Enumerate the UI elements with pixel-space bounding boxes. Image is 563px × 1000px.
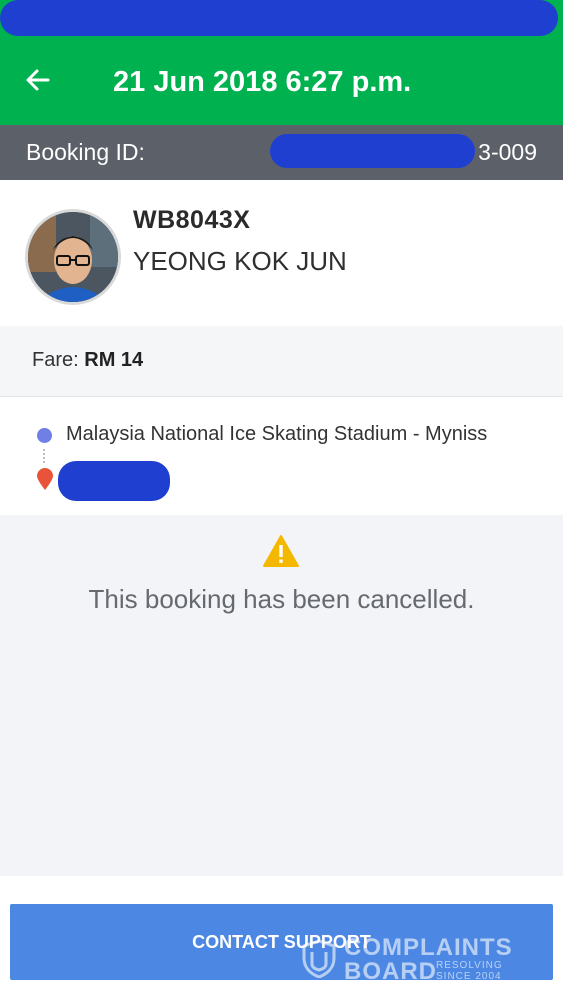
complaints-board-watermark: COMPLAINTS BOARD RESOLVING SINCE 2004 xyxy=(302,934,532,986)
route-section: Malaysia National Ice Skating Stadium - … xyxy=(0,397,563,515)
redaction-scribble xyxy=(58,461,170,501)
fare-row: Fare: RM 14 xyxy=(0,326,563,397)
driver-avatar xyxy=(25,209,121,305)
redaction-scribble xyxy=(0,0,558,36)
header-title: 21 Jun 2018 6:27 p.m. xyxy=(113,66,412,98)
pickup-location: Malaysia National Ice Skating Stadium - … xyxy=(66,423,488,445)
driver-card: WB8043X YEONG KOK JUN xyxy=(0,180,563,326)
booking-id-bar: Booking ID: 3-009 xyxy=(0,125,563,180)
watermark-sub2: SINCE 2004 xyxy=(436,971,502,982)
vehicle-plate: WB8043X xyxy=(133,206,251,234)
warning-icon xyxy=(263,535,299,567)
booking-id-label: Booking ID: xyxy=(26,139,145,165)
arrow-left-icon[interactable] xyxy=(22,64,54,96)
redaction-scribble xyxy=(270,134,475,168)
watermark-subtitle: RESOLVING SINCE 2004 xyxy=(436,960,503,982)
booking-id-value: 3-009 xyxy=(478,139,537,165)
cancellation-notice: This booking has been cancelled. xyxy=(0,516,563,876)
status-bar xyxy=(0,0,563,40)
fare-text: Fare: RM 14 xyxy=(32,349,143,372)
watermark-line2: BOARD xyxy=(344,958,437,985)
cancellation-message: This booking has been cancelled. xyxy=(88,584,475,614)
bottom-bar: CONTACT SUPPORT COMPLAINTS BOARD RESOLVI… xyxy=(0,876,563,1000)
pickup-dot-icon xyxy=(37,428,52,443)
driver-name: YEONG KOK JUN xyxy=(133,246,347,276)
dropoff-pin-icon xyxy=(37,468,53,490)
app-header: 21 Jun 2018 6:27 p.m. xyxy=(0,40,563,125)
watermark-sub1: RESOLVING xyxy=(436,960,503,971)
route-connector xyxy=(43,449,48,463)
fare-value: RM 14 xyxy=(84,349,144,371)
shield-icon xyxy=(302,940,336,978)
driver-photo xyxy=(28,212,118,302)
fare-label: Fare: xyxy=(32,349,79,371)
